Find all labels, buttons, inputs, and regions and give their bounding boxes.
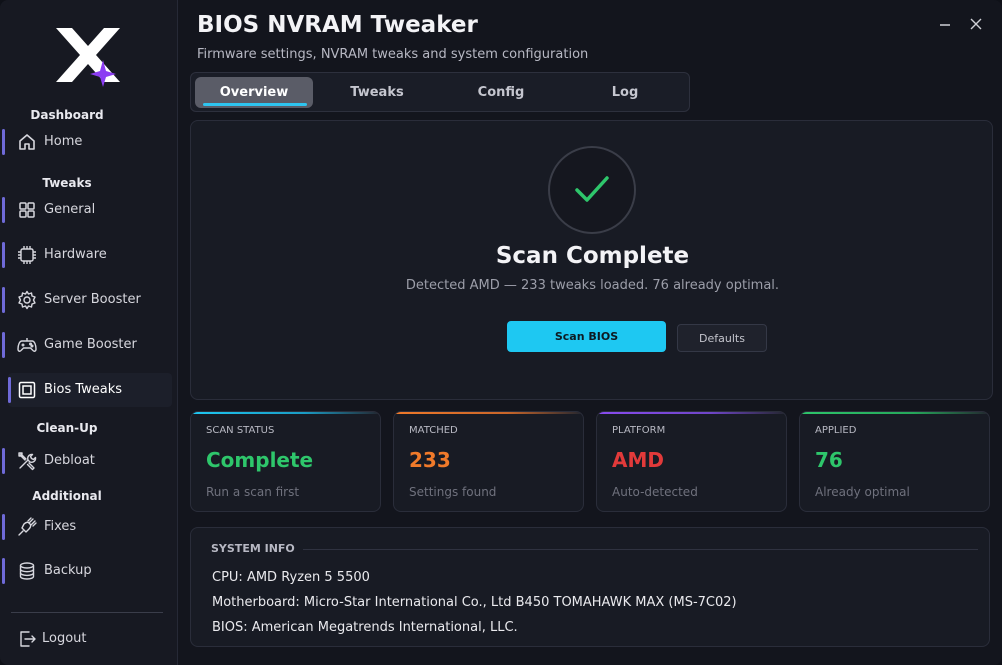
sidebar-item-general[interactable]: General: [2, 193, 172, 227]
stat-card-platform: PLATFORM AMD Auto-detected: [596, 411, 787, 512]
stat-hint: Already optimal: [815, 485, 910, 499]
grid-icon: [19, 202, 35, 218]
sidebar-divider: [11, 612, 163, 613]
tab-config[interactable]: Config: [442, 77, 560, 108]
system-info-panel: SYSTEM INFO CPU: AMD Ryzen 5 5500 Mother…: [190, 527, 990, 647]
logout-icon: [20, 631, 36, 647]
stat-card-scan-status: SCAN STATUS Complete Run a scan first: [190, 411, 381, 512]
sidebar-item-fixes[interactable]: Fixes: [2, 510, 172, 544]
logout-button[interactable]: Logout: [0, 622, 170, 656]
sidebar-item-label: Hardware: [44, 247, 107, 262]
stat-label: APPLIED: [815, 425, 857, 436]
sidebar-item-label: Backup: [44, 563, 92, 578]
cpu-info: CPU: AMD Ryzen 5 5500: [212, 570, 370, 585]
stat-hint: Auto-detected: [612, 485, 698, 499]
section-tweaks: Tweaks: [42, 176, 92, 190]
section-additional: Additional: [32, 489, 102, 503]
gamepad-icon: [17, 338, 37, 352]
stat-hint: Settings found: [409, 485, 497, 499]
stat-value: 233: [409, 448, 451, 472]
tab-label: Config: [477, 85, 525, 100]
system-info-heading: SYSTEM INFO: [211, 542, 295, 555]
database-icon: [19, 562, 35, 580]
active-tab-indicator: [203, 103, 307, 106]
stat-label: SCAN STATUS: [206, 425, 275, 436]
scan-bios-button[interactable]: Scan BIOS: [507, 321, 666, 352]
checkmark-icon: [575, 176, 609, 202]
page-title: BIOS NVRAM Tweaker: [197, 12, 478, 38]
sidebar: Dashboard Home Tweaks General Hardware S…: [0, 0, 178, 665]
stat-card-matched: MATCHED 233 Settings found: [393, 411, 584, 512]
stat-label: MATCHED: [409, 425, 458, 436]
scan-panel: Scan Complete Detected AMD — 233 tweaks …: [190, 120, 993, 400]
tab-tweaks[interactable]: Tweaks: [318, 77, 436, 108]
sidebar-item-server-booster[interactable]: Server Booster: [2, 283, 172, 317]
sidebar-item-label: Bios Tweaks: [44, 382, 123, 397]
tab-bar: Overview Tweaks Config Log: [190, 72, 690, 112]
tab-label: Log: [611, 85, 639, 100]
stat-label: PLATFORM: [612, 425, 666, 436]
plug-icon: [18, 517, 37, 536]
app-logo: [56, 28, 120, 87]
stat-value: 76: [815, 448, 843, 472]
section-cleanup: Clean-Up: [36, 421, 98, 435]
tab-overview[interactable]: Overview: [195, 77, 313, 108]
tab-label: Tweaks: [350, 85, 404, 100]
sidebar-item-hardware[interactable]: Hardware: [2, 238, 172, 272]
sidebar-item-label: Debloat: [44, 453, 95, 468]
sidebar-item-label: Server Booster: [44, 292, 141, 307]
close-icon[interactable]: [966, 14, 986, 34]
chip-icon: [18, 246, 36, 264]
stat-card-applied: APPLIED 76 Already optimal: [799, 411, 990, 512]
sidebar-item-debloat[interactable]: Debloat: [2, 444, 172, 478]
bios-chip-icon: [18, 381, 36, 399]
stat-hint: Run a scan first: [206, 485, 300, 499]
bios-info: BIOS: American Megatrends International,…: [212, 620, 518, 635]
stat-value: AMD: [612, 448, 664, 472]
scan-description: Detected AMD — 233 tweaks loaded. 76 alr…: [405, 278, 780, 293]
page-subtitle: Firmware settings, NVRAM tweaks and syst…: [197, 47, 589, 62]
section-dashboard: Dashboard: [30, 108, 104, 122]
sidebar-item-label: General: [44, 202, 96, 217]
defaults-button[interactable]: Defaults: [677, 324, 767, 352]
stat-value: Complete: [206, 448, 314, 472]
sidebar-item-game-booster[interactable]: Game Booster: [2, 328, 172, 362]
sidebar-item-backup[interactable]: Backup: [2, 554, 172, 588]
sidebar-item-home[interactable]: Home: [2, 125, 172, 159]
system-info-rule: [303, 549, 978, 550]
minimize-icon[interactable]: [935, 14, 955, 34]
tools-icon: [18, 452, 37, 471]
tab-log[interactable]: Log: [566, 77, 684, 108]
scan-title: Scan Complete: [495, 243, 690, 269]
home-icon: [19, 134, 35, 150]
tab-label: Overview: [219, 85, 289, 100]
app-window: Dashboard Home Tweaks General Hardware S…: [0, 0, 1002, 665]
sidebar-item-bios-tweaks[interactable]: Bios Tweaks: [8, 373, 172, 407]
status-circle: [548, 146, 636, 234]
sidebar-item-label: Fixes: [44, 519, 77, 534]
motherboard-info: Motherboard: Micro-Star International Co…: [212, 595, 737, 610]
sidebar-item-label: Home: [44, 134, 83, 149]
logout-label: Logout: [42, 631, 87, 646]
sidebar-item-label: Game Booster: [44, 337, 137, 352]
gear-icon: [18, 290, 36, 310]
